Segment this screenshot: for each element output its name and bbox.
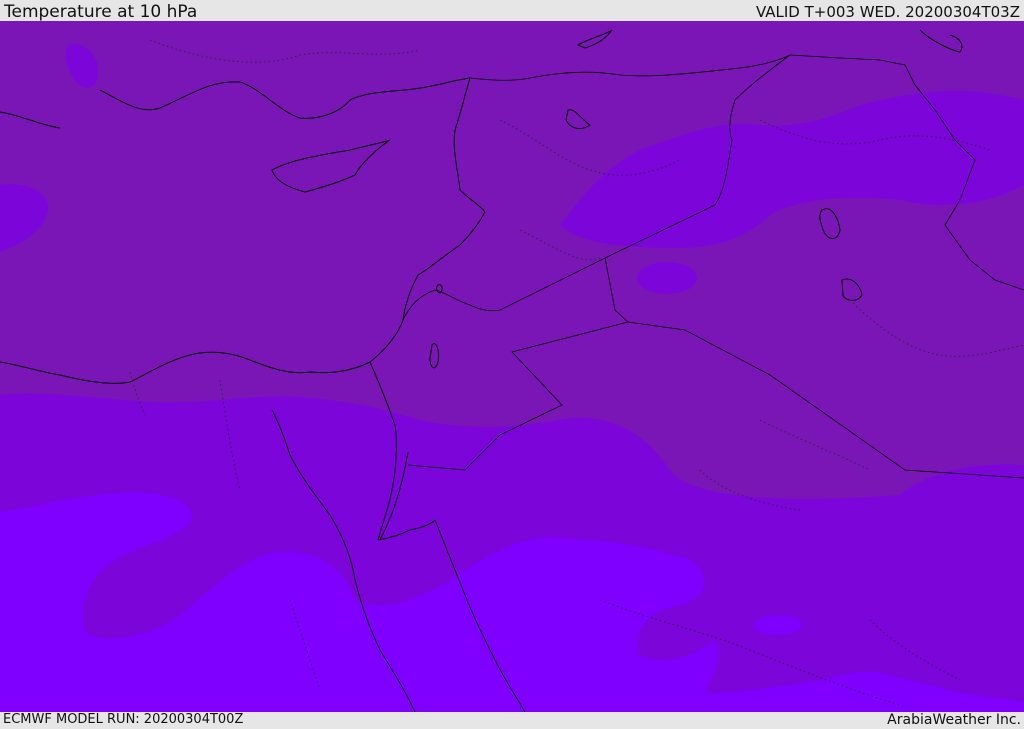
map-title: Temperature at 10 hPa [4,2,198,22]
temp-cell-mid [637,262,697,294]
credit-label: ArabiaWeather Inc. [887,712,1021,728]
valid-time: VALID T+003 WED. 20200304T03Z [755,3,1020,21]
top-bar: Temperature at 10 hPa VALID T+003 WED. 2… [0,0,1024,21]
model-run-label: ECMWF MODEL RUN: 20200304T00Z [3,712,244,727]
temp-cell-cold-east [754,615,802,635]
bottom-bar: ECMWF MODEL RUN: 20200304T00Z ArabiaWeat… [0,712,1024,729]
temperature-map [0,21,1024,712]
